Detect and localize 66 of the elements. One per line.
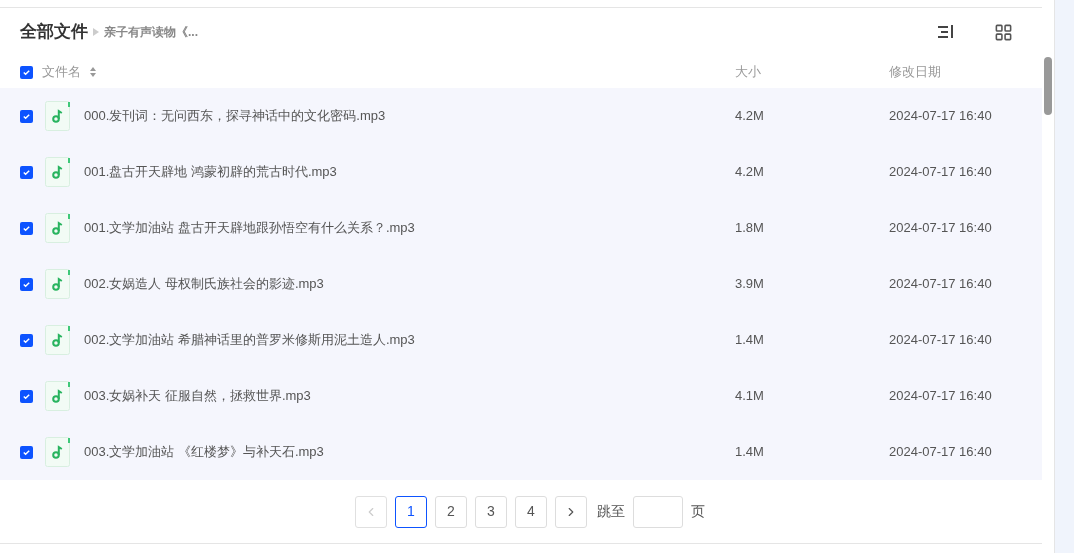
grid-view-icon[interactable]	[994, 22, 1013, 42]
file-row[interactable]: 000.发刊词：无问西东，探寻神话中的文化密码.mp3 4.2M 2024-07-17 16:40	[0, 88, 1042, 144]
file-row[interactable]: 002.文学加油站 希腊神话里的普罗米修斯用泥土造人.mp3 1.4M 2024-07-17 16:40	[0, 312, 1042, 368]
page-input[interactable]	[633, 495, 683, 528]
page-button[interactable]: 2	[435, 495, 467, 528]
modified-date: 2024-07-17 16:40	[889, 387, 992, 406]
scrollbar-thumb[interactable]	[1044, 57, 1052, 115]
check-icon	[22, 335, 31, 345]
file-name[interactable]: 002.女娲造人 母权制氏族社会的影迹.mp3	[84, 274, 324, 294]
file-name[interactable]: 003.女娲补天 征服自然，拯救世界.mp3	[84, 386, 311, 406]
file-row[interactable]: 003.女娲补天 征服自然，拯救世界.mp3 4.1M 2024-07-17 16:40	[0, 368, 1042, 424]
file-size: 1.8M	[735, 219, 765, 238]
audio-file-icon	[45, 157, 71, 187]
modified-date: 2024-07-17 16:40	[889, 163, 992, 182]
file-size: 1.4M	[735, 331, 765, 350]
modified-date: 2024-07-17 16:40	[889, 275, 992, 294]
row-checkbox[interactable]	[20, 389, 33, 403]
file-row[interactable]: 002.女娲造人 母权制氏族社会的影迹.mp3 3.9M 2024-07-17 16:40	[0, 256, 1042, 312]
column-header: 大小	[735, 63, 762, 82]
jump-label: 跳至	[597, 502, 625, 521]
check-icon	[22, 167, 31, 177]
check-icon	[22, 67, 31, 77]
row-checkbox[interactable]	[20, 333, 33, 347]
audio-file-icon	[45, 213, 71, 243]
check-icon	[22, 223, 31, 233]
breadcrumb-root[interactable]: 全部文件	[20, 19, 88, 45]
file-size: 1.4M	[735, 443, 765, 462]
modified-date: 2024-07-17 16:40	[889, 107, 992, 126]
file-name[interactable]: 003.文学加油站 《红楼梦》与补天石.mp3	[84, 442, 324, 462]
file-row[interactable]: 003.文学加油站 《红楼梦》与补天石.mp3 1.4M 2024-07-17 16:40	[0, 424, 1042, 480]
check-icon	[22, 391, 31, 401]
audio-file-icon	[45, 325, 71, 355]
page-suffix: 页	[691, 502, 705, 521]
file-size: 4.2M	[735, 163, 765, 182]
file-size: 4.2M	[735, 107, 765, 126]
column-header: 修改日期	[889, 63, 941, 82]
breadcrumb-arrow-icon	[93, 28, 99, 36]
row-checkbox[interactable]	[20, 221, 33, 235]
file-name[interactable]: 000.发刊词：无问西东，探寻神话中的文化密码.mp3	[84, 106, 386, 126]
modified-date: 2024-07-17 16:40	[889, 331, 992, 350]
audio-file-icon	[45, 101, 71, 131]
check-icon	[22, 111, 31, 121]
file-size: 4.1M	[735, 387, 765, 406]
audio-file-icon	[45, 381, 71, 411]
row-checkbox[interactable]	[20, 109, 33, 123]
breadcrumb-current[interactable]: 亲子有声读物《...	[104, 23, 198, 41]
sort-icon[interactable]	[938, 25, 956, 39]
file-name[interactable]: 001.文学加油站 盘古开天辟地跟孙悟空有什么关系？.mp3	[84, 218, 415, 238]
check-icon	[22, 279, 31, 289]
modified-date: 2024-07-17 16:40	[889, 219, 992, 238]
file-name[interactable]: 002.文学加油站 希腊神话里的普罗米修斯用泥土造人.mp3	[84, 330, 415, 350]
modified-date: 2024-07-17 16:40	[889, 443, 992, 462]
file-row[interactable]: 001.盘古开天辟地 鸿蒙初辟的荒古时代.mp3 4.2M 2024-07-17 16:40	[0, 144, 1042, 200]
page-button[interactable]: 3	[475, 495, 507, 528]
row-checkbox[interactable]	[20, 277, 33, 291]
file-name[interactable]: 001.盘古开天辟地 鸿蒙初辟的荒古时代.mp3	[84, 162, 337, 182]
row-checkbox[interactable]	[20, 445, 33, 459]
page-button[interactable]: 1	[395, 495, 427, 528]
audio-file-icon	[45, 437, 71, 467]
audio-file-icon	[45, 269, 71, 299]
row-checkbox[interactable]	[20, 165, 33, 179]
page-button[interactable]: 4	[515, 495, 547, 528]
check-icon	[22, 447, 31, 457]
select-all-checkbox[interactable]	[20, 65, 33, 79]
file-row[interactable]: 001.文学加油站 盘古开天辟地跟孙悟空有什么关系？.mp3 1.8M 2024-07-17 16:40	[0, 200, 1042, 256]
file-size: 3.9M	[735, 275, 765, 294]
